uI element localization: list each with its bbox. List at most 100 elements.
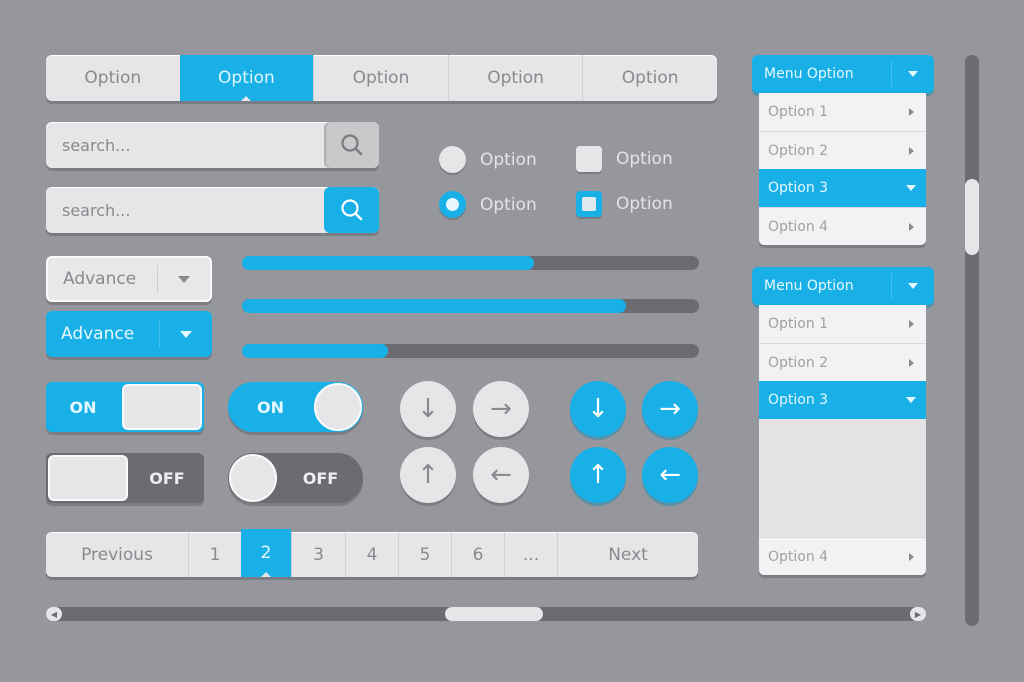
tab-option-3[interactable]: Option xyxy=(313,55,448,101)
submenu-expanded-area xyxy=(759,419,926,537)
arrow-down-button-blue[interactable]: ↓ xyxy=(570,381,626,437)
caret-down-icon xyxy=(908,71,918,77)
menu-item-label: Option 2 xyxy=(768,354,829,371)
menu-item[interactable]: Option 1 xyxy=(759,305,926,343)
arrow-left-button-blue[interactable]: ← xyxy=(642,447,698,503)
toggle-knob[interactable] xyxy=(229,454,277,502)
menu-item[interactable]: Option 2 xyxy=(759,343,926,381)
toggle-switch-off-rect[interactable]: OFF xyxy=(46,453,204,503)
progress-fill xyxy=(242,256,535,270)
toggle-knob[interactable] xyxy=(122,384,202,430)
menu-header[interactable]: Menu Option xyxy=(752,267,934,305)
dropdown-menu-2: Menu Option Option 1 Option 2 Option 3 O… xyxy=(752,267,934,575)
scroll-left-icon[interactable]: ◀ xyxy=(46,607,62,621)
menu-item[interactable]: Option 1 xyxy=(759,93,926,131)
search-icon xyxy=(340,199,362,221)
radio-button[interactable] xyxy=(439,191,466,218)
page-5[interactable]: 5 xyxy=(398,532,451,577)
vertical-scrollbar[interactable] xyxy=(965,55,979,626)
menu-item[interactable]: Option 4 xyxy=(759,537,926,575)
caret-down-icon xyxy=(180,330,192,338)
toggle-switch-off-pill[interactable]: OFF xyxy=(228,453,363,503)
progress-bar-1 xyxy=(242,256,699,270)
radio-button[interactable] xyxy=(439,146,466,173)
checkbox-option-checked[interactable]: Option xyxy=(576,191,673,217)
arrow-right-button[interactable]: → xyxy=(473,381,529,437)
arrow-left-icon: ← xyxy=(659,460,681,490)
select-value: Advance xyxy=(61,324,135,344)
menu-item-label: Option 3 xyxy=(768,180,829,196)
search-input[interactable] xyxy=(46,187,324,233)
caret-down-icon xyxy=(908,283,918,289)
arrow-right-icon: → xyxy=(490,394,512,424)
tab-option-1[interactable]: Option xyxy=(46,55,180,101)
toggle-switch-on-rect[interactable]: ON xyxy=(46,382,204,432)
menu-item[interactable]: Option 4 xyxy=(759,207,926,245)
horizontal-scroll-thumb[interactable] xyxy=(444,607,543,621)
search-input[interactable] xyxy=(46,122,324,168)
menu-title: Menu Option xyxy=(764,66,854,82)
scroll-right-icon[interactable]: ▶ xyxy=(910,607,926,621)
arrow-up-button[interactable]: ↑ xyxy=(400,447,456,503)
arrow-down-button[interactable]: ↓ xyxy=(400,381,456,437)
arrow-right-icon: → xyxy=(659,394,681,424)
arrow-right-button-blue[interactable]: → xyxy=(642,381,698,437)
radio-option-unchecked[interactable]: Option xyxy=(439,146,537,173)
search-button[interactable] xyxy=(324,122,379,168)
caret-right-icon xyxy=(908,222,914,231)
checkbox-label: Option xyxy=(616,149,673,169)
dropdown-select-light[interactable]: Advance xyxy=(46,256,212,302)
page-2-current[interactable]: 2 xyxy=(241,529,291,577)
tab-option-4[interactable]: Option xyxy=(447,55,583,101)
caret-down-icon xyxy=(906,397,916,403)
vertical-scroll-thumb[interactable] xyxy=(965,178,979,255)
menu-item-label: Option 1 xyxy=(768,104,829,120)
dropdown-select-blue[interactable]: Advance xyxy=(46,311,212,357)
toggle-knob[interactable] xyxy=(48,455,128,501)
progress-bar-2 xyxy=(242,299,699,313)
progress-bar-3 xyxy=(242,344,699,358)
dropdown-menu-1: Menu Option Option 1 Option 2 Option 3 O… xyxy=(752,55,934,245)
menu-item-active[interactable]: Option 3 xyxy=(759,381,926,419)
toggle-label: OFF xyxy=(149,468,185,488)
menu-item[interactable]: Option 2 xyxy=(759,131,926,169)
arrow-down-icon: ↓ xyxy=(587,394,609,424)
caret-right-icon xyxy=(908,320,914,328)
menu-item-label: Option 4 xyxy=(768,548,829,565)
menu-header[interactable]: Menu Option xyxy=(752,55,934,93)
next-page-button[interactable]: Next xyxy=(557,532,698,577)
caret-right-icon xyxy=(908,552,914,561)
page-4[interactable]: 4 xyxy=(345,532,398,577)
tab-option-5[interactable]: Option xyxy=(582,55,717,101)
horizontal-scrollbar[interactable]: ◀ ▶ xyxy=(46,607,926,621)
checkbox-option-unchecked[interactable]: Option xyxy=(576,146,673,172)
checkbox[interactable] xyxy=(576,146,602,172)
caret-right-icon xyxy=(908,108,914,116)
tab-option-2[interactable]: Option xyxy=(179,55,314,101)
radio-label: Option xyxy=(480,149,537,170)
radio-label: Option xyxy=(480,194,537,215)
search-icon xyxy=(340,134,362,156)
checkbox[interactable] xyxy=(576,191,602,217)
toggle-switch-on-pill[interactable]: ON xyxy=(228,382,363,432)
page-6[interactable]: 6 xyxy=(451,532,504,577)
radio-option-checked[interactable]: Option xyxy=(439,191,537,218)
toggle-label: ON xyxy=(69,397,97,417)
toggle-knob[interactable] xyxy=(314,383,362,431)
menu-list: Option 1 Option 2 Option 3 Option 4 xyxy=(759,93,926,245)
menu-item-active[interactable]: Option 3 xyxy=(759,169,926,207)
page-1[interactable]: 1 xyxy=(188,532,241,577)
search-button[interactable] xyxy=(324,187,379,233)
arrow-up-icon: ↑ xyxy=(587,460,609,490)
select-value: Advance xyxy=(63,269,137,289)
arrow-left-button[interactable]: ← xyxy=(473,447,529,503)
previous-page-button[interactable]: Previous xyxy=(46,532,188,577)
toggle-label: ON xyxy=(257,397,284,417)
menu-item-label: Option 3 xyxy=(768,392,829,408)
progress-fill xyxy=(242,299,626,313)
pagination: Previous 1 2 3 4 5 6 ... Next xyxy=(46,529,698,577)
page-3[interactable]: 3 xyxy=(291,532,345,577)
arrow-left-icon: ← xyxy=(490,460,512,490)
arrow-up-button-blue[interactable]: ↑ xyxy=(570,447,626,503)
arrow-down-icon: ↓ xyxy=(417,394,439,424)
